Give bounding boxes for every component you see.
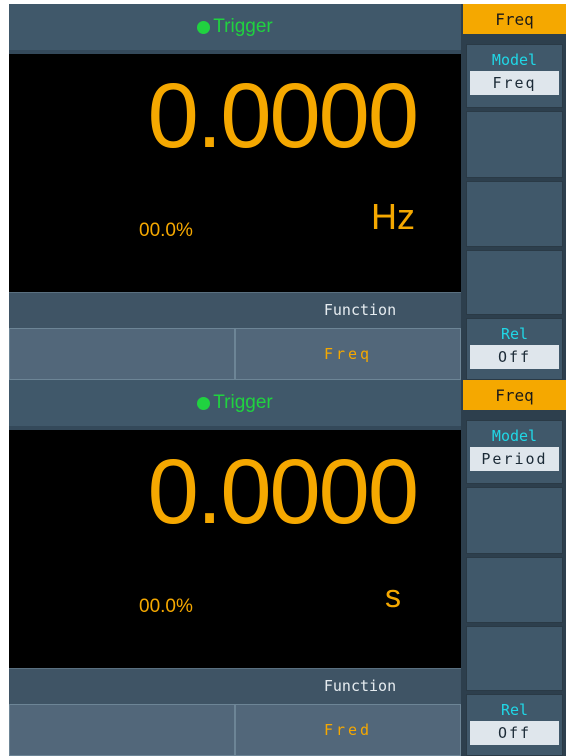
function-label: Function (323, 677, 397, 695)
rel-label: Rel (500, 701, 529, 719)
model-value: Freq (470, 71, 559, 95)
model-label: Model (491, 51, 538, 69)
measurement-display: Trigger 0.0000 00.0% s Function Fred (9, 380, 461, 756)
trigger-status-bar: Trigger (9, 380, 461, 430)
measurement-unit: s (385, 578, 401, 614)
trigger-status-bar: Trigger (9, 4, 461, 54)
softkey-blank-3[interactable] (466, 250, 563, 315)
softkey-menu: Freq Model Freq Rel Off (463, 4, 566, 380)
measurement-display: Trigger 0.0000 00.0% Hz Function Freq (9, 4, 461, 380)
rel-softkey[interactable]: Rel Off (466, 694, 563, 756)
softkey-blank-1[interactable] (466, 111, 563, 178)
trigger-indicator-icon (197, 20, 211, 34)
trigger-indicator-icon (197, 396, 211, 410)
function-slot-empty[interactable] (9, 704, 235, 756)
percent-readout: 00.0% (139, 220, 193, 241)
model-value: Period (470, 447, 559, 471)
function-slot-empty[interactable] (9, 328, 235, 380)
rel-label: Rel (500, 325, 529, 343)
function-bar: Function (9, 668, 461, 706)
menu-header: Freq (463, 4, 566, 34)
function-label: Function (323, 301, 397, 319)
measurement-unit: Hz (371, 196, 415, 237)
measurement-value: 0.0000 (147, 65, 419, 167)
rel-value: Off (470, 345, 559, 369)
rel-value: Off (470, 721, 559, 745)
trigger-label: Trigger (213, 392, 273, 413)
model-softkey[interactable]: Model Freq (466, 44, 563, 108)
instrument-screen-frequency: Trigger 0.0000 00.0% Hz Function Freq Fr… (9, 4, 566, 380)
softkey-blank-3[interactable] (466, 626, 563, 691)
function-bar: Function (9, 292, 461, 330)
model-softkey[interactable]: Model Period (466, 420, 563, 484)
model-label: Model (491, 427, 538, 445)
trigger-label: Trigger (213, 16, 273, 37)
function-freq-button[interactable]: Freq (235, 328, 461, 380)
percent-readout: 00.0% (139, 596, 193, 617)
menu-header: Freq (463, 380, 566, 410)
softkey-blank-1[interactable] (466, 487, 563, 554)
rel-softkey[interactable]: Rel Off (466, 318, 563, 380)
softkey-blank-2[interactable] (466, 181, 563, 247)
function-fred-button[interactable]: Fred (235, 704, 461, 756)
softkey-menu: Freq Model Period Rel Off (463, 380, 566, 756)
softkey-blank-2[interactable] (466, 557, 563, 623)
instrument-screen-period: Trigger 0.0000 00.0% s Function Fred Fre… (9, 380, 566, 756)
measurement-value: 0.0000 (147, 441, 419, 543)
